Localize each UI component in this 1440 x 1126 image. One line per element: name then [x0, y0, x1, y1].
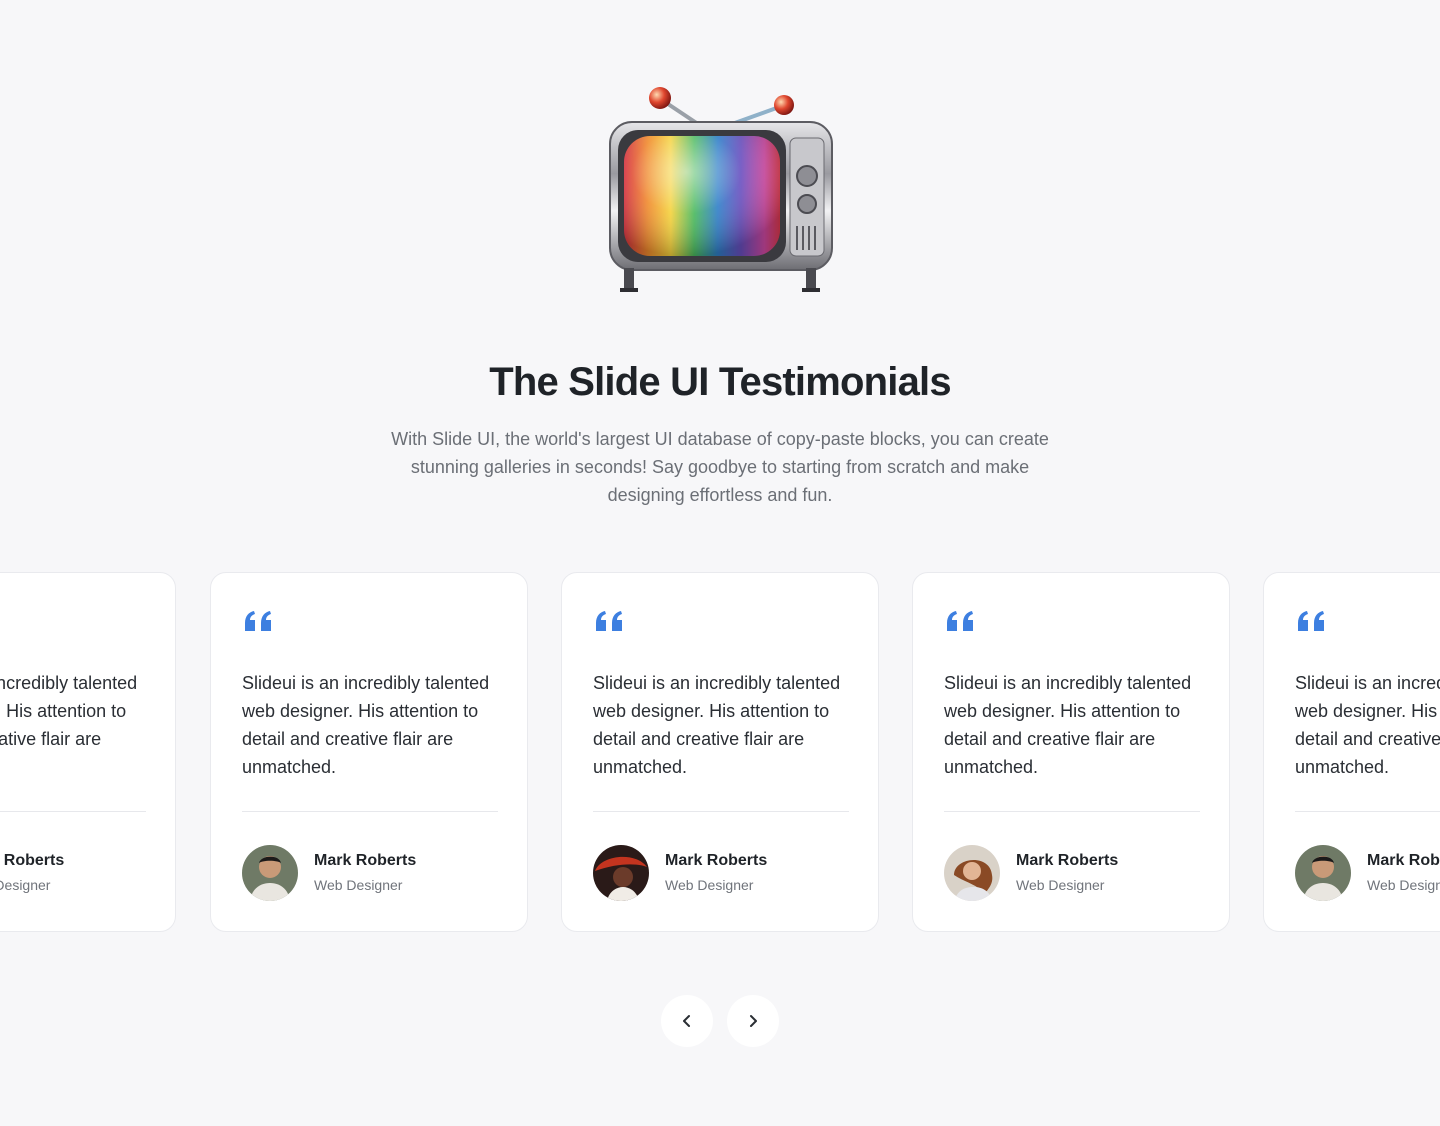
testimonial-card: Slideui is an incredibly talented web de…: [1263, 572, 1440, 932]
quote-icon: [594, 609, 624, 633]
testimonial-text: Slideui is an incredibly talented web de…: [242, 673, 490, 777]
author-role: Web Designer: [0, 877, 51, 893]
testimonial-text: Slideui is an incredibly talented web de…: [0, 673, 138, 749]
card-divider: [944, 811, 1200, 812]
section-subtitle: With Slide UI, the world's largest UI da…: [391, 429, 1049, 505]
testimonial-carousel: Slideui is an incredibly talented web de…: [0, 572, 1440, 932]
card-divider: [1295, 811, 1440, 812]
testimonial-card: Slideui is an incredibly talented web de…: [561, 572, 879, 932]
card-divider: [593, 811, 849, 812]
chevron-right-icon: [750, 1015, 757, 1027]
retro-tv-icon: [609, 87, 833, 292]
section-title: The Slide UI Testimonials: [489, 360, 951, 404]
testimonial-text: Slideui is an incredibly talented web de…: [944, 673, 1192, 777]
avatar: [944, 845, 1000, 901]
next-button[interactable]: [727, 995, 779, 1047]
previous-button[interactable]: [661, 995, 713, 1047]
quote-icon: [243, 609, 273, 633]
author-name: Mark Roberts: [1016, 852, 1119, 869]
chevron-left-icon: [683, 1015, 690, 1027]
author-role: Web Designer: [1367, 877, 1440, 893]
testimonial-card: Slideui is an incredibly talented web de…: [210, 572, 528, 932]
author-name: Mark Roberts: [314, 852, 417, 869]
testimonial-text: Slideui is an incredibly talented web de…: [593, 673, 841, 777]
card-divider: [242, 811, 498, 812]
author-name: Mark Roberts: [1367, 852, 1440, 869]
retro-tv-illustration: [600, 80, 840, 300]
author-role: Web Designer: [665, 877, 754, 893]
testimonial-card: Slideui is an incredibly talented web de…: [0, 572, 176, 932]
author-role: Web Designer: [1016, 877, 1105, 893]
testimonial-card: Slideui is an incredibly talented web de…: [912, 572, 1230, 932]
author-role: Web Designer: [314, 877, 403, 893]
card-divider: [0, 811, 146, 812]
avatar: [1295, 845, 1351, 901]
testimonial-text: Slideui is an incredibly talented web de…: [1295, 673, 1440, 777]
testimonials-section: The Slide UI Testimonials With Slide UI,…: [0, 0, 1440, 1126]
avatar: [242, 845, 298, 901]
author-name: Mark Roberts: [0, 852, 65, 869]
quote-icon: [1296, 609, 1326, 633]
author-name: Mark Roberts: [665, 852, 768, 869]
quote-icon: [945, 609, 975, 633]
avatar: [593, 845, 649, 901]
